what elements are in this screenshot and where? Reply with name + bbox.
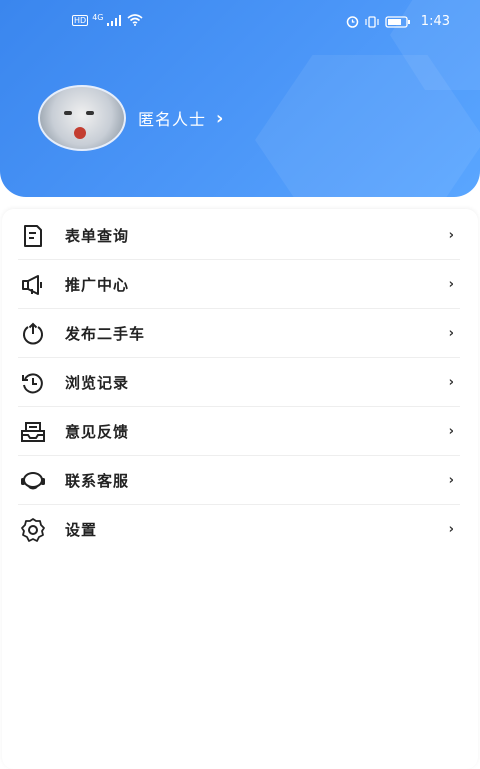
menu-item-feedback[interactable]: 意见反馈 › (2, 407, 478, 456)
chevron-right-icon: › (216, 107, 224, 129)
signal-icon (107, 14, 122, 26)
vibrate-icon (365, 15, 379, 28)
chevron-right-icon: › (448, 228, 454, 243)
feedback-inbox-icon (21, 422, 45, 442)
network-label: 4G (92, 12, 104, 22)
profile-entry[interactable]: 匿名人士 › (38, 85, 223, 151)
chevron-right-icon: › (448, 522, 454, 537)
menu-item-label: 联系客服 (65, 472, 130, 490)
menu-list: 表单查询 › 推广中心 › 发布二手车 › 浏览记录 › 意见反馈 › 联系客服… (2, 211, 478, 554)
menu-item-label: 意见反馈 (65, 423, 130, 441)
nickname: 匿名人士 (138, 110, 207, 129)
status-bar: HD 4G 1:43 (0, 0, 480, 44)
chevron-right-icon: › (448, 375, 454, 390)
chevron-right-icon: › (448, 424, 454, 439)
chevron-right-icon: › (448, 473, 454, 488)
alarm-icon (346, 16, 359, 28)
menu-item-label: 发布二手车 (65, 325, 146, 343)
menu-item-publish-used-car[interactable]: 发布二手车 › (2, 309, 478, 358)
chevron-right-icon: › (448, 277, 454, 292)
menu-item-browse-history[interactable]: 浏览记录 › (2, 358, 478, 407)
clock: 1:43 (420, 14, 450, 29)
profile-header: HD 4G 1:43 匿名人士 › (0, 0, 480, 197)
menu-item-settings[interactable]: 设置 › (2, 505, 478, 554)
gear-icon (21, 518, 45, 542)
menu-item-label: 设置 (65, 521, 98, 539)
megaphone-icon (22, 275, 42, 295)
avatar-mouth (74, 127, 86, 139)
menu-item-customer-service[interactable]: 联系客服 › (2, 456, 478, 505)
menu-item-promotion-center[interactable]: 推广中心 › (2, 260, 478, 309)
wifi-icon (127, 14, 144, 26)
menu-item-label: 浏览记录 (65, 374, 130, 392)
headset-icon (21, 472, 45, 490)
form-document-icon (24, 225, 42, 247)
menu-item-label: 推广中心 (65, 276, 130, 294)
hd-badge: HD (72, 14, 89, 26)
avatar[interactable] (38, 85, 126, 151)
upload-icon (23, 322, 43, 345)
chevron-right-icon: › (448, 326, 454, 341)
history-icon (22, 373, 43, 394)
avatar-eye (64, 111, 72, 115)
avatar-eye (86, 111, 94, 115)
menu-item-form-query[interactable]: 表单查询 › (2, 211, 478, 260)
battery-icon (385, 15, 410, 28)
menu-card: 表单查询 › 推广中心 › 发布二手车 › 浏览记录 › 意见反馈 › 联系客服… (2, 209, 478, 769)
menu-item-label: 表单查询 (65, 227, 130, 245)
